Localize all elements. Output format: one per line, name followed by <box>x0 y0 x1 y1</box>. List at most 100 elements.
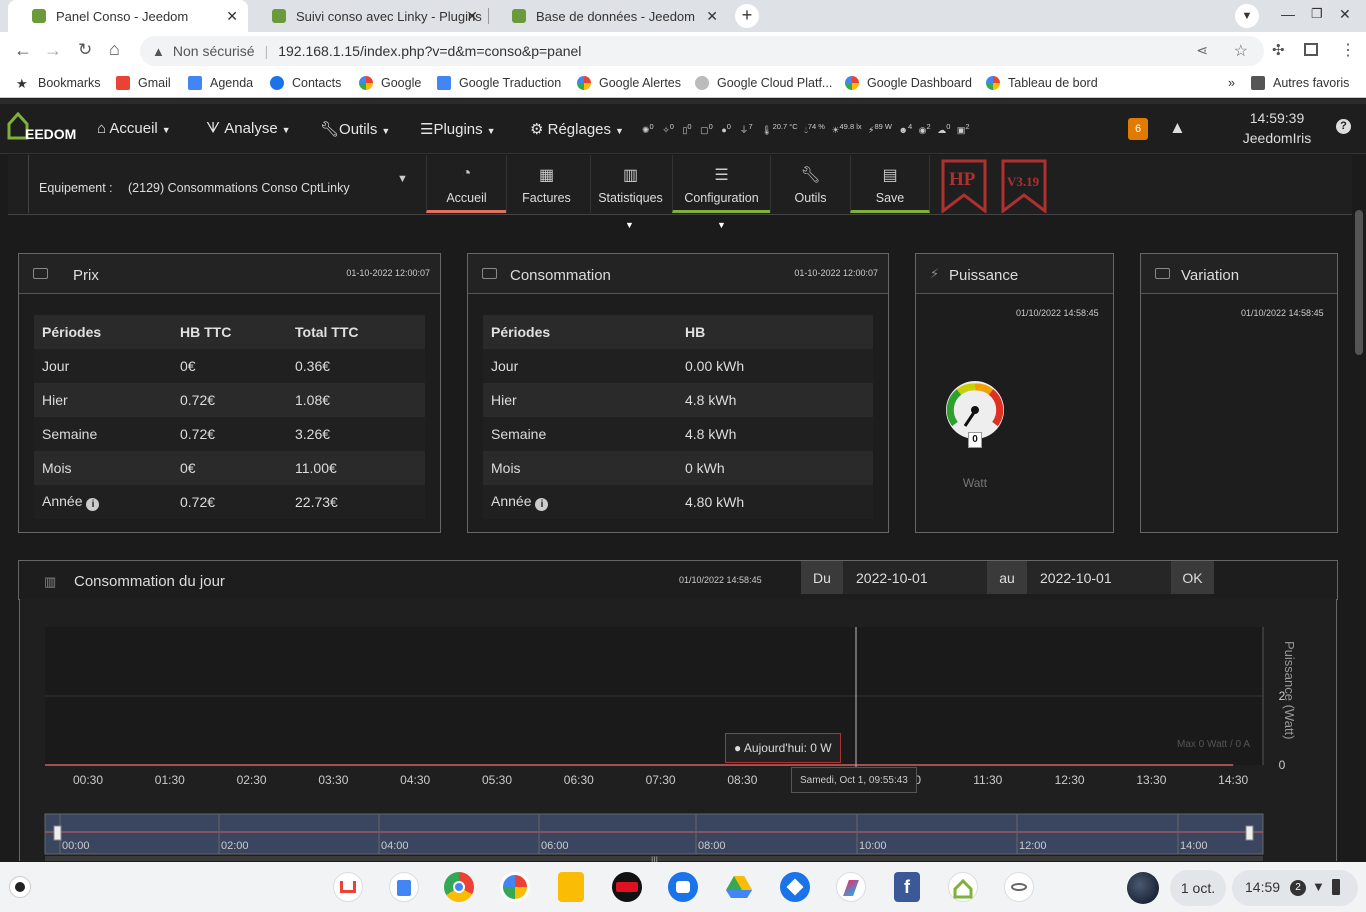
menu-reglages[interactable]: ⚙ Réglages ▼ <box>530 120 624 138</box>
tele-loisirs-app-icon[interactable] <box>612 872 642 902</box>
bookmark-label: Google <box>381 76 422 90</box>
help-icon[interactable]: ? <box>1336 119 1351 134</box>
home-icon: ⌂ <box>97 120 107 137</box>
menu-accueil[interactable]: ⌂ Accueil ▼ <box>97 120 171 137</box>
bookmark-google-alertes[interactable]: Google Alertes <box>577 76 681 90</box>
page-scrollbar[interactable] <box>1355 210 1363 355</box>
side-panel-icon[interactable] <box>1304 43 1318 56</box>
arrow-app-icon[interactable] <box>836 872 866 902</box>
photos-app-icon[interactable] <box>500 872 530 902</box>
back-icon[interactable]: ← <box>14 40 32 61</box>
close-window-icon[interactable]: ✕ <box>1339 6 1351 23</box>
menu-dots-icon[interactable]: ⋮ <box>1340 40 1356 60</box>
reload-icon[interactable]: ↻ <box>78 40 92 60</box>
caret-down-icon[interactable]: ▼ <box>717 220 726 230</box>
bookmark-label: Contacts <box>292 76 342 90</box>
close-tab-icon[interactable]: ✕ <box>226 8 238 25</box>
status-value: 74 % <box>807 122 825 131</box>
navigator-tick-label: 04:00 <box>381 840 409 852</box>
status-value: 7 <box>748 122 753 131</box>
forward-icon[interactable]: → <box>44 40 62 61</box>
message-badge[interactable]: 6 <box>1128 118 1148 140</box>
ok-button[interactable]: OK <box>1171 561 1214 594</box>
star-icon[interactable]: ☆ <box>1234 41 1248 61</box>
table-row: Mois 0 kWh <box>483 451 873 485</box>
jeedom-app-icon[interactable] <box>948 872 978 902</box>
status-tray[interactable]: 14:59 2 ▼ <box>1232 870 1358 906</box>
chart-svg[interactable]: 0200:30 01:30 02:30 03:30 04:30 05:30 06:30 07:… <box>20 599 1336 861</box>
restore-icon[interactable]: ❐ <box>1311 6 1323 22</box>
jeedom-logo[interactable]: EEDOM <box>25 126 76 142</box>
tab-panel-conso[interactable]: Panel Conso - Jeedom ✕ <box>8 0 248 32</box>
dropbox-app-icon[interactable] <box>780 872 810 902</box>
folder-icon <box>1251 76 1265 90</box>
bookmark-bookmarks[interactable]: ★ Bookmarks <box>16 76 101 91</box>
tab-configuration[interactable]: ☰ Configuration <box>672 155 770 213</box>
new-tab-button[interactable]: + <box>735 4 759 28</box>
status-value: 0 <box>649 122 654 131</box>
tab-base-de-donnees[interactable]: Base de données - Jeedom ✕ <box>488 0 728 32</box>
user-avatar[interactable] <box>1127 872 1159 904</box>
bookmark-google-cloud[interactable]: Google Cloud Platf... <box>695 76 832 90</box>
chrome-app-icon[interactable] <box>444 872 474 902</box>
hp-bookmark-badge: HP <box>941 159 987 215</box>
table-cell: 0.72€ <box>180 426 216 442</box>
bookmarks-overflow-icon[interactable]: » <box>1228 76 1235 90</box>
table-cell: 1.08€ <box>295 392 331 408</box>
tab-outils[interactable]: 🔧︎ Outils <box>770 155 850 213</box>
launcher-button[interactable] <box>9 876 31 898</box>
equipment-select[interactable]: Equipement : (2129) Consommations Conso … <box>28 155 428 213</box>
home-icon[interactable]: ⌂ <box>109 39 120 60</box>
bookmark-agenda[interactable]: Agenda <box>188 76 253 90</box>
user-name[interactable]: JeedomIris <box>1230 130 1324 146</box>
share-icon[interactable]: ⋖ <box>1196 42 1208 59</box>
eset-app-icon[interactable] <box>1004 872 1034 902</box>
date-from-input[interactable]: 2022-10-01 <box>843 561 987 594</box>
gmail-app-icon[interactable] <box>333 872 363 902</box>
date-to-input[interactable]: 2022-10-01 <box>1027 561 1171 594</box>
daily-chart[interactable]: 0 2 00:30 01:30 02:30 03:30 04:30 05:30 06:30 07:… <box>19 599 1337 865</box>
chart-tooltip: ● Aujourd'hui: 0 W <box>725 733 841 763</box>
messages-app-icon[interactable] <box>668 872 698 902</box>
close-tab-icon[interactable]: ✕ <box>706 8 718 25</box>
bookmark-gmail[interactable]: Gmail <box>116 76 171 90</box>
table-cell: Année i <box>34 485 172 519</box>
bookmark-contacts[interactable]: Contacts <box>270 76 341 90</box>
keep-app-icon[interactable] <box>558 872 584 902</box>
facebook-app-icon[interactable]: f <box>894 872 920 902</box>
bookmark-google-traduction[interactable]: Google Traduction <box>437 76 561 90</box>
minimize-icon[interactable]: — <box>1281 6 1295 22</box>
status-value: 89 W <box>874 122 892 131</box>
menu-plugins[interactable]: ☰Plugins ▼ <box>420 120 496 138</box>
table-cell: 4.8 kWh <box>685 392 737 408</box>
tab-suivi-conso[interactable]: Suivi conso avec Linky - Plugins ✕ <box>248 0 488 32</box>
alert-triangle-icon[interactable]: ▲ <box>1169 118 1186 138</box>
menu-analyse[interactable]: ᗐ Analyse ▼ <box>206 120 291 137</box>
info-icon[interactable]: i <box>86 498 100 511</box>
info-icon[interactable]: i <box>535 498 549 511</box>
extensions-icon[interactable]: ✣ <box>1272 41 1285 59</box>
menu-outils[interactable]: 🔧︎Outils ▼ <box>320 120 390 138</box>
tab-accueil[interactable]: ◔ Accueil <box>426 155 506 213</box>
menu-label: Accueil <box>109 120 158 137</box>
bookmark-label: Gmail <box>138 76 171 90</box>
crosshair-label: Samedi, Oct 1, 09:55:43 <box>791 767 917 793</box>
address-bar[interactable]: ▲ Non sécurisé | 192.168.1.15/index.php?… <box>140 36 1264 66</box>
bookmark-google[interactable]: Google <box>359 76 421 90</box>
bookmark-tableau-de-bord[interactable]: Tableau de bord <box>986 76 1098 90</box>
wrench-icon: 🔧︎ <box>320 121 340 138</box>
tab-factures[interactable]: ▦ Factures <box>506 155 586 213</box>
caret-down-icon[interactable]: ▼ <box>625 220 634 230</box>
bookmark-google-dashboard[interactable]: Google Dashboard <box>845 76 972 90</box>
shelf-date[interactable]: 1 oct. <box>1170 870 1226 906</box>
card-title: Variation <box>1181 267 1240 284</box>
calendar-app-icon[interactable] <box>389 872 419 902</box>
tab-statistiques[interactable]: ▥ Statistiques <box>590 155 670 213</box>
navigator-tick-label: 02:00 <box>221 840 249 852</box>
tab-save[interactable]: ▤ Save <box>850 155 930 213</box>
navigator-tick-label: 00:00 <box>62 840 90 852</box>
tab-search-icon[interactable]: ▼ <box>1235 4 1259 28</box>
drive-app-icon[interactable] <box>724 872 754 902</box>
bookmark-autres-favoris[interactable]: Autres favoris <box>1251 76 1349 90</box>
close-tab-icon[interactable]: ✕ <box>466 8 478 25</box>
